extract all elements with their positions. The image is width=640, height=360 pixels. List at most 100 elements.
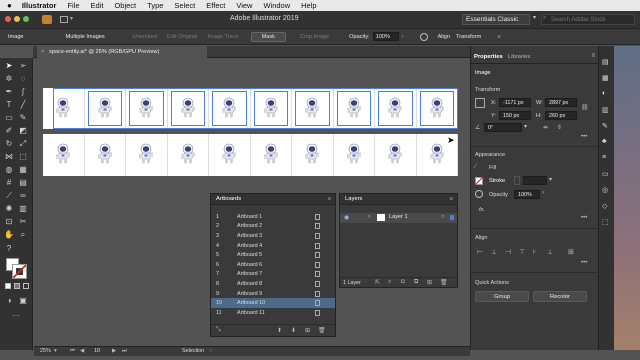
zoom-window-button[interactable] bbox=[23, 16, 29, 22]
close-window-button[interactable] bbox=[5, 16, 11, 22]
menu-effect[interactable]: Effect bbox=[206, 1, 225, 10]
artboard-tool-icon[interactable]: ⊡ bbox=[4, 217, 14, 227]
rotation-input[interactable]: 0° bbox=[484, 123, 522, 132]
artboard-list-item[interactable]: 6 Artboard 6 bbox=[211, 260, 335, 270]
align-right-icon[interactable]: ⊣ bbox=[505, 248, 511, 256]
group-button[interactable]: Group bbox=[475, 291, 529, 302]
artboard-options-icon[interactable] bbox=[315, 223, 320, 230]
panel-menu-icon[interactable]: ≡ bbox=[450, 194, 453, 205]
chevron-down-icon[interactable]: ▾ bbox=[524, 123, 527, 130]
help-icon[interactable]: ? bbox=[4, 244, 14, 254]
new-layer-icon[interactable]: ⊞ bbox=[427, 279, 432, 286]
astronaut-image[interactable] bbox=[428, 143, 446, 167]
flip-horizontal-icon[interactable]: ⇹ bbox=[543, 124, 548, 131]
rotate-tool-icon[interactable]: ↻ bbox=[4, 139, 14, 149]
artboard-frame[interactable] bbox=[334, 134, 375, 176]
slice-tool-icon[interactable]: ✂ bbox=[18, 217, 28, 227]
lasso-tool-icon[interactable]: ◌ bbox=[18, 74, 28, 84]
gradient-tool-icon[interactable]: ▤ bbox=[18, 178, 28, 188]
direct-selection-tool-icon[interactable]: ➢ bbox=[18, 61, 28, 71]
gradient-mode-icon[interactable] bbox=[14, 283, 20, 289]
astronaut-image[interactable] bbox=[179, 143, 197, 167]
constrain-proportions-icon[interactable]: ⛓ bbox=[581, 104, 589, 111]
artboard-options-icon[interactable] bbox=[315, 252, 320, 259]
menu-file[interactable]: File bbox=[67, 1, 79, 10]
align-horizontal-center-icon[interactable]: ⊥ bbox=[491, 248, 497, 256]
stroke-weight-stepper[interactable] bbox=[514, 176, 520, 185]
align-vertical-center-icon[interactable]: ⊦ bbox=[533, 248, 537, 256]
menu-select[interactable]: Select bbox=[174, 1, 195, 10]
artboard-options-icon[interactable] bbox=[315, 213, 320, 220]
libraries-dock-icon[interactable]: ▦ bbox=[602, 74, 609, 82]
w-input[interactable]: 2897 px bbox=[545, 98, 577, 107]
target-icon[interactable]: ○ bbox=[441, 214, 445, 220]
artboard-frame[interactable] bbox=[43, 134, 85, 176]
symbol-sprayer-tool-icon[interactable]: ✺ bbox=[4, 204, 14, 214]
free-transform-tool-icon[interactable]: ⬚ bbox=[18, 152, 28, 162]
eraser-tool-icon[interactable]: ◩ bbox=[18, 126, 28, 136]
astronaut-image[interactable] bbox=[386, 143, 404, 167]
flip-vertical-icon[interactable]: ⇕ bbox=[557, 124, 562, 131]
shape-builder-tool-icon[interactable]: ◍ bbox=[4, 165, 14, 175]
artboard-name[interactable]: Artboard 5 bbox=[233, 252, 313, 258]
astronaut-image[interactable] bbox=[262, 143, 280, 167]
menu-object[interactable]: Object bbox=[114, 1, 136, 10]
y-input[interactable]: 150 px bbox=[499, 111, 531, 120]
none-mode-icon[interactable] bbox=[23, 283, 29, 289]
delete-artboard-icon[interactable]: 🗑 bbox=[318, 327, 326, 334]
artboard-frame[interactable] bbox=[126, 134, 168, 176]
artboard-frame[interactable] bbox=[292, 134, 334, 176]
artboard-list-item[interactable]: 3 Artboard 3 bbox=[211, 231, 335, 241]
hand-tool-icon[interactable]: ✋ bbox=[4, 230, 14, 240]
artboard-name[interactable]: Artboard 9 bbox=[233, 291, 313, 297]
eyedropper-tool-icon[interactable]: ⟋ bbox=[4, 191, 14, 201]
new-artboard-icon[interactable]: ⊞ bbox=[305, 327, 310, 334]
zoom-tool-icon[interactable]: ⌕ bbox=[18, 230, 28, 240]
symbols-dock-icon[interactable]: ♣ bbox=[602, 138, 607, 145]
artboard-list-item[interactable]: 9 Artboard 9 bbox=[211, 289, 335, 299]
artboard-options-icon[interactable] bbox=[315, 300, 320, 307]
transform-link[interactable]: Transform bbox=[456, 34, 481, 40]
line-segment-tool-icon[interactable]: ╱ bbox=[18, 100, 28, 110]
artboard-options-icon[interactable] bbox=[315, 271, 320, 278]
artboard-list-item[interactable]: 2 Artboard 2 bbox=[211, 222, 335, 232]
perspective-grid-tool-icon[interactable]: ▦ bbox=[18, 165, 28, 175]
fill-label[interactable]: Fill bbox=[489, 165, 496, 171]
previous-artboard-icon[interactable]: ◀ bbox=[80, 347, 84, 356]
last-artboard-icon[interactable]: ⏭ bbox=[122, 347, 127, 356]
graphic-styles-dock-icon[interactable]: ⬚ bbox=[602, 218, 609, 226]
zoom-level[interactable]: 25% bbox=[40, 347, 51, 356]
artboard-name[interactable]: Artboard 6 bbox=[233, 262, 313, 268]
artboard-name[interactable]: Artboard 2 bbox=[233, 223, 313, 229]
panel-menu-icon[interactable]: ≡ bbox=[591, 53, 595, 59]
artboard-frame[interactable] bbox=[251, 134, 292, 176]
chevron-down-icon[interactable]: ▾ bbox=[70, 15, 73, 22]
menu-view[interactable]: View bbox=[236, 1, 252, 10]
status-mode[interactable]: Selection bbox=[182, 347, 204, 356]
artboard-number-field[interactable]: 10 bbox=[94, 347, 100, 356]
selection-tool-icon[interactable]: ➤ bbox=[4, 61, 14, 71]
artboard-name[interactable]: Artboard 10 bbox=[233, 300, 313, 306]
magic-wand-tool-icon[interactable]: ✲ bbox=[4, 74, 14, 84]
fill-icon[interactable]: ⁄ bbox=[475, 164, 476, 170]
artboard-frame[interactable] bbox=[168, 134, 209, 176]
menu-illustrator[interactable]: Illustrator bbox=[22, 1, 57, 10]
draw-mode-icon[interactable]: ◑ bbox=[4, 296, 14, 306]
panel-menu-icon[interactable]: ≡ bbox=[497, 34, 500, 40]
expand-arrow-icon[interactable]: › bbox=[368, 214, 370, 220]
first-artboard-icon[interactable]: ⏮ bbox=[70, 347, 75, 356]
artboard-options-icon[interactable] bbox=[315, 280, 320, 287]
astronaut-image[interactable] bbox=[220, 143, 238, 167]
artboard-name[interactable]: Artboard 8 bbox=[233, 281, 313, 287]
panel-menu-icon[interactable]: ≡ bbox=[328, 194, 331, 205]
curvature-tool-icon[interactable]: ∫ bbox=[18, 87, 28, 97]
brushes-dock-icon[interactable]: ✎ bbox=[602, 122, 608, 130]
chevron-right-icon[interactable]: › bbox=[542, 190, 544, 196]
astronaut-image[interactable] bbox=[96, 143, 114, 167]
stroke-dock-icon[interactable]: ≡ bbox=[602, 154, 606, 161]
artboard-options-icon[interactable] bbox=[315, 232, 320, 239]
align-left-icon[interactable]: ⊢ bbox=[477, 248, 483, 256]
layer-row[interactable]: ◉ › Layer 1 ○ bbox=[340, 213, 457, 223]
gradient-dock-icon[interactable]: ▭ bbox=[602, 170, 609, 178]
paintbrush-tool-icon[interactable]: ✎ bbox=[18, 113, 28, 123]
